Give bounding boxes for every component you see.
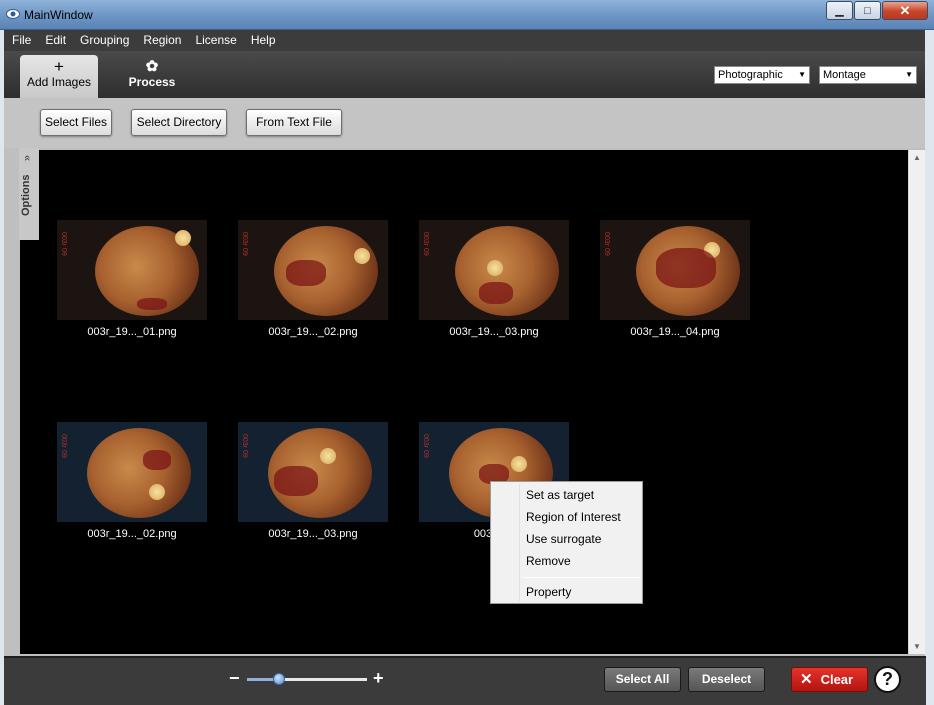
clear-button[interactable]: ✕ Clear [791,667,868,692]
options-side-tab[interactable]: « Options [19,148,39,240]
context-menu-separator [523,577,640,578]
chevron-down-icon: ▼ [905,70,913,79]
image-stamp: 003r 09 [241,232,248,256]
window-title: MainWindow [24,8,93,22]
context-menu: Set as target Region of Interest Use sur… [490,481,643,604]
thumbnail-image: 003r 09 [600,220,750,320]
context-menu-property[interactable]: Property [526,585,571,599]
chevron-down-icon: ▼ [798,70,806,79]
menu-license[interactable]: License [188,30,243,51]
select-files-button[interactable]: Select Files [40,109,112,136]
menu-file[interactable]: File [4,30,38,51]
tab-process-label: Process [128,75,176,89]
menu-region[interactable]: Region [136,30,188,51]
context-menu-use-surrogate[interactable]: Use surrogate [526,532,601,546]
thumbnail[interactable]: 003r 09 003r_19..._01.png [57,220,207,338]
zoom-out-icon[interactable]: − [229,668,240,689]
select-directory-button[interactable]: Select Directory [131,109,227,136]
tab-add-images[interactable]: + Add Images [20,55,98,98]
thumbnail-caption: 003r_19..._03.png [268,528,358,540]
thumbnail[interactable]: 003r 09 003r_19..._04.png [600,220,750,338]
thumbnail-caption: 003r_19..._02.png [87,528,177,540]
title-bar: MainWindow ▁ □ ✕ [0,0,934,30]
help-icon[interactable]: ? [874,666,901,693]
options-label: Options [20,174,32,216]
view-select[interactable]: Montage ▼ [819,66,917,84]
close-button[interactable]: ✕ [882,1,928,20]
view-select-value: Montage [823,69,866,81]
image-stamp: 003r 09 [60,232,67,256]
scroll-down-icon[interactable]: ▼ [913,642,921,651]
thumbnail[interactable]: 003r 09 003r_19..._02.png [238,220,388,338]
image-stamp: 003r 09 [422,232,429,256]
image-stamp: 003r 09 [422,434,429,458]
tab-process[interactable]: ✿ Process [120,55,184,98]
thumbnail[interactable]: 003r 09 003r_19..._03.png [419,220,569,338]
plus-icon: + [54,57,64,76]
from-text-file-button[interactable]: From Text File [246,109,342,136]
context-menu-set-as-target[interactable]: Set as target [526,488,594,502]
context-menu-region-of-interest[interactable]: Region of Interest [526,510,621,524]
thumbnail-image: 003r 09 [238,220,388,320]
mode-select-value: Photographic [718,69,783,81]
select-all-button[interactable]: Select All [604,667,681,692]
thumbnail-image: 003r 09 [57,422,207,522]
thumbnail[interactable]: 003r 09 003r_19..._03.png [238,422,388,540]
mode-select[interactable]: Photographic ▼ [714,66,810,84]
gear-icon: ✿ [145,58,159,75]
maximize-button[interactable]: □ [854,1,881,20]
image-stamp: 003r 09 [60,434,67,458]
thumbnail[interactable]: 003r 09 003r_19..._02.png [57,422,207,540]
menu-bar: File Edit Grouping Region License Help [4,30,930,51]
scroll-up-icon[interactable]: ▲ [913,153,921,162]
thumbnail-caption: 003r_19..._04.png [630,326,720,338]
thumbnail-caption: 003r_19..._02.png [268,326,358,338]
tab-add-images-label: Add Images [26,75,92,89]
menu-help[interactable]: Help [244,30,283,51]
image-stamp: 003r 09 [603,232,610,256]
image-canvas[interactable]: 003r 09 003r_19..._01.png 003r 09 003r_1… [20,150,908,654]
window-border-right [925,30,934,705]
menu-edit[interactable]: Edit [38,30,73,51]
close-icon: ✕ [800,671,813,688]
thumbnail-image: 003r 09 [57,220,207,320]
thumbnail-image: 003r 09 [238,422,388,522]
thumbnail-caption: 003r_19..._03.png [449,326,539,338]
zoom-in-icon[interactable]: + [373,668,384,689]
vertical-scrollbar[interactable]: ▲ ▼ [908,150,925,654]
thumbnail-caption: 003r_19..._01.png [87,326,177,338]
chevron-up-icon: « [21,154,34,162]
clear-button-label: Clear [820,672,854,687]
image-stamp: 003r 09 [241,434,248,458]
menu-grouping[interactable]: Grouping [73,30,136,51]
deselect-button[interactable]: Deselect [688,667,765,692]
context-menu-remove[interactable]: Remove [526,554,571,568]
minimize-button[interactable]: ▁ [826,1,853,20]
app-icon [6,9,20,19]
context-menu-gutter [519,484,520,601]
thumbnail-image: 003r 09 [419,220,569,320]
bottom-bar [4,656,926,705]
